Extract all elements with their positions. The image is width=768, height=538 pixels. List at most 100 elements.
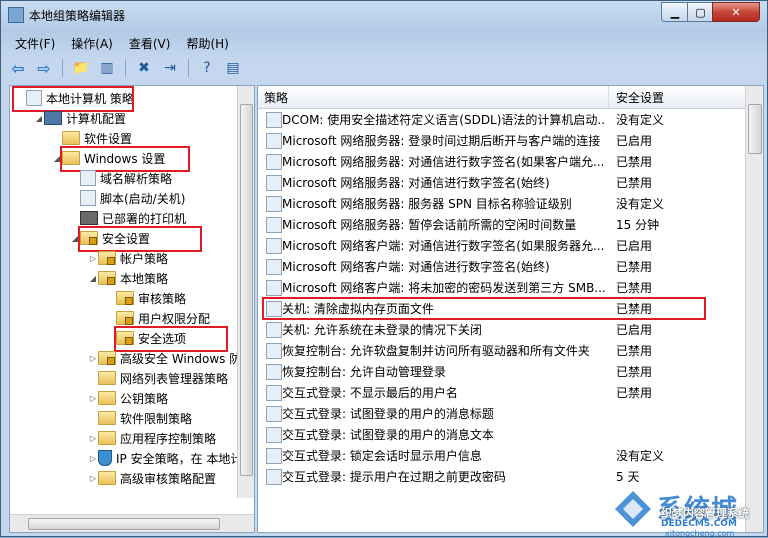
- minimize-button[interactable]: ▁: [661, 2, 689, 22]
- watermark-line3: DEDECMS.COM: [661, 519, 737, 529]
- tree-item[interactable]: ▷ 应用程序控制策略: [88, 428, 216, 448]
- policy-row[interactable]: 交互式登录: 不显示最后的用户名 已禁用: [258, 382, 746, 403]
- policy-setting: 已禁用: [616, 281, 653, 295]
- tree-item-label: 高级审核策略配置: [120, 471, 217, 486]
- menu-action[interactable]: 操作(A): [63, 33, 121, 53]
- lock-folder-icon: [116, 311, 134, 325]
- close-button[interactable]: ✕: [712, 2, 760, 22]
- policy-row[interactable]: 恢复控制台: 允许软盘复制并访问所有驱动器和所有文件夹 已禁用: [258, 340, 746, 361]
- tree-item[interactable]: ▷ IP 安全策略，在 本地计: [88, 448, 242, 468]
- tree-item[interactable]: 用户权限分配: [106, 308, 210, 328]
- scroll-thumb[interactable]: [28, 518, 220, 530]
- tree-item[interactable]: ◢ 计算机配置: [34, 108, 126, 128]
- watermark-logo: [615, 491, 651, 527]
- tree-item[interactable]: ▷ 高级审核策略配置: [88, 468, 216, 488]
- menu-help[interactable]: 帮助(H): [178, 33, 236, 53]
- folder-icon: [98, 371, 116, 385]
- tree-item[interactable]: ▷ 公钥策略: [88, 388, 168, 408]
- policy-row[interactable]: 交互式登录: 提示用户在过期之前更改密码 5 天: [258, 466, 746, 487]
- policy-setting: 已启用: [616, 239, 653, 253]
- tree-item[interactable]: ◢ 本地策略: [88, 268, 168, 288]
- policy-icon: [266, 196, 282, 212]
- expanded-arrow-icon[interactable]: ◢: [34, 114, 44, 123]
- list-vertical-scrollbar[interactable]: [745, 86, 763, 532]
- forward-icon[interactable]: ⇨: [33, 58, 55, 78]
- collapsed-arrow-icon[interactable]: ▷: [88, 474, 98, 483]
- show-tree-icon[interactable]: ▥: [96, 58, 118, 78]
- tree-item[interactable]: 网络列表管理器策略: [88, 368, 228, 388]
- tree-item[interactable]: 脚本(启动/关机): [70, 188, 185, 208]
- tree-item[interactable]: ▷ 高级安全 Windows 防火: [88, 348, 253, 368]
- policy-row[interactable]: DCOM: 使用安全描述符定义语言(SDDL)语法的计算机启动... 没有定义: [258, 109, 746, 130]
- policy-row[interactable]: 关机: 允许系统在未登录的情况下关闭 已启用: [258, 319, 746, 340]
- tree-item-label: IP 安全策略，在 本地计: [116, 451, 243, 466]
- help-icon[interactable]: ?: [196, 58, 218, 78]
- policy-name: Microsoft 网络客户端: 对通信进行数字签名(如果服务器允...: [282, 239, 605, 253]
- collapsed-arrow-icon[interactable]: ▷: [88, 354, 98, 363]
- computer-icon: [44, 111, 62, 125]
- back-icon[interactable]: ⇦: [7, 58, 29, 78]
- policy-row[interactable]: Microsoft 网络服务器: 服务器 SPN 目标名称验证级别 没有定义: [258, 193, 746, 214]
- tree-horizontal-scrollbar[interactable]: [10, 514, 254, 532]
- policy-name: Microsoft 网络客户端: 将未加密的密码发送到第三方 SMB...: [282, 281, 606, 295]
- policy-row[interactable]: Microsoft 网络客户端: 对通信进行数字签名(如果服务器允... 已启用: [258, 235, 746, 256]
- tree-item-label: 已部署的打印机: [102, 211, 187, 226]
- policy-row[interactable]: Microsoft 网络服务器: 暂停会话前所需的空闲时间数量 15 分钟: [258, 214, 746, 235]
- menu-file[interactable]: 文件(F): [7, 33, 63, 53]
- policy-row[interactable]: Microsoft 网络服务器: 登录时间过期后断开与客户端的连接 已启用: [258, 130, 746, 151]
- minimize-icon: ▁: [670, 5, 680, 19]
- collapsed-arrow-icon[interactable]: ▷: [88, 434, 98, 443]
- column-header-setting[interactable]: 安全设置: [610, 86, 736, 108]
- policy-icon: [266, 343, 282, 359]
- tree-item[interactable]: ▷ 帐户策略: [88, 248, 168, 268]
- policy-row[interactable]: 恢复控制台: 允许自动管理登录 已禁用: [258, 361, 746, 382]
- tree-item-label: 审核策略: [138, 291, 187, 306]
- policy-icon: [266, 385, 282, 401]
- tree-item-label: 高级安全 Windows 防火: [120, 351, 254, 366]
- up-folder-icon[interactable]: 📁: [70, 58, 92, 78]
- policy-list-pane[interactable]: 策略 安全设置 DCOM: 使用安全描述符定义语言(SDDL)语法的计算机启动.…: [257, 85, 764, 533]
- menu-view[interactable]: 查看(V): [121, 33, 179, 53]
- tree-item[interactable]: 软件限制策略: [88, 408, 192, 428]
- collapsed-arrow-icon[interactable]: ▷: [88, 394, 98, 403]
- tree-pane[interactable]: 本地计算机 策略 ◢ 计算机配置 软件设置 ◢ Windows 设置 域名解析策略 脚本(启动…: [9, 85, 255, 533]
- policy-icon: [266, 427, 282, 443]
- tree-item[interactable]: 审核策略: [106, 288, 186, 308]
- policy-setting: 已禁用: [616, 344, 653, 358]
- tree-item[interactable]: 域名解析策略: [70, 168, 172, 188]
- policy-icon: [266, 112, 282, 128]
- expanded-arrow-icon[interactable]: ◢: [88, 274, 98, 283]
- policy-icon: [266, 238, 282, 254]
- policy-row[interactable]: Microsoft 网络客户端: 将未加密的密码发送到第三方 SMB... 已禁用: [258, 277, 746, 298]
- policy-row[interactable]: Microsoft 网络服务器: 对通信进行数字签名(如果客户端允... 已禁用: [258, 151, 746, 172]
- policy-setting: 已启用: [616, 134, 653, 148]
- policy-name: Microsoft 网络服务器: 对通信进行数字签名(始终): [282, 176, 550, 190]
- policy-row[interactable]: 交互式登录: 试图登录的用户的消息标题: [258, 403, 746, 424]
- tree-vertical-scrollbar[interactable]: [237, 86, 254, 498]
- properties-icon[interactable]: ▤: [222, 58, 244, 78]
- policy-icon: [266, 154, 282, 170]
- tree-item[interactable]: 软件设置: [52, 128, 132, 148]
- collapsed-arrow-icon[interactable]: ▷: [88, 454, 98, 463]
- scroll-thumb[interactable]: [240, 104, 253, 476]
- maximize-button[interactable]: ▢: [687, 2, 714, 22]
- collapsed-arrow-icon[interactable]: ▷: [88, 254, 98, 263]
- app-icon: [8, 7, 24, 23]
- tree-item-label: 应用程序控制策略: [120, 431, 217, 446]
- export-list-icon[interactable]: ⇥: [159, 58, 181, 78]
- tree-item[interactable]: 已部署的打印机: [70, 208, 186, 228]
- policy-name: 交互式登录: 提示用户在过期之前更改密码: [282, 470, 506, 484]
- toolbar-separator: [188, 59, 189, 77]
- lock-folder-icon: [98, 251, 116, 265]
- scroll-thumb[interactable]: [748, 104, 762, 154]
- policy-row[interactable]: Microsoft 网络客户端: 对通信进行数字签名(始终) 已禁用: [258, 256, 746, 277]
- delete-icon[interactable]: ✖: [133, 58, 155, 78]
- title-bar[interactable]: 本地组策略编辑器 ▁ ▢ ✕: [1, 1, 767, 29]
- policy-icon: [266, 217, 282, 233]
- policy-row[interactable]: 交互式登录: 锁定会话时显示用户信息 没有定义: [258, 445, 746, 466]
- policy-name: Microsoft 网络服务器: 服务器 SPN 目标名称验证级别: [282, 197, 572, 211]
- column-header-policy[interactable]: 策略: [258, 86, 609, 108]
- policy-row[interactable]: Microsoft 网络服务器: 对通信进行数字签名(始终) 已禁用: [258, 172, 746, 193]
- policy-row[interactable]: 交互式登录: 试图登录的用户的消息文本: [258, 424, 746, 445]
- window-title: 本地组策略编辑器: [29, 9, 126, 23]
